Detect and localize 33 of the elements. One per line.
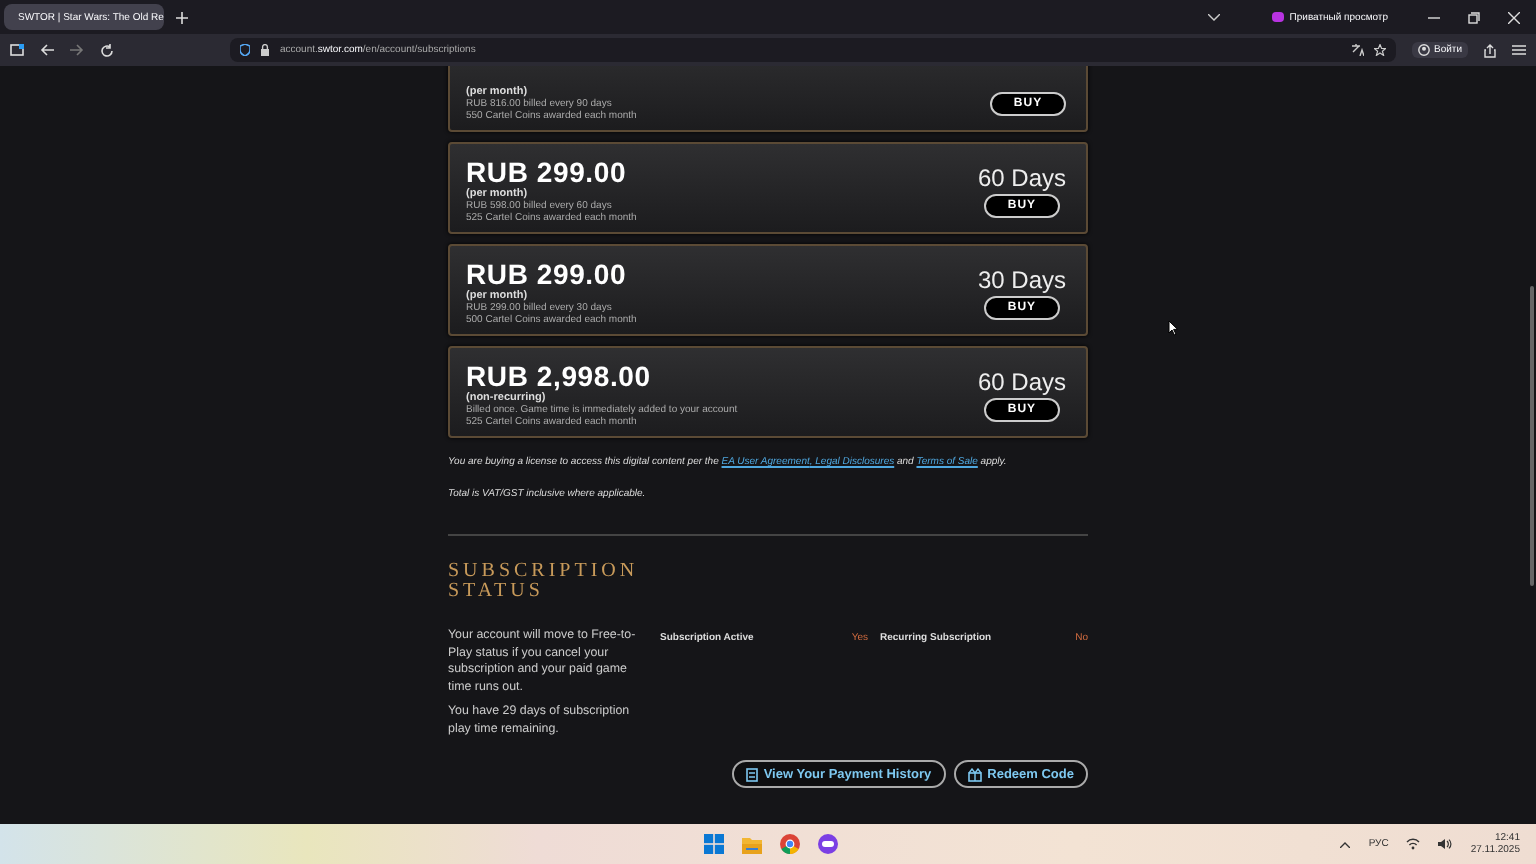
plan-price: RUB 2,998.00 — [466, 362, 653, 392]
gift-icon — [967, 767, 982, 781]
plan-duration: 30 Days — [977, 266, 1066, 294]
sidebar-icon[interactable] — [10, 44, 24, 56]
back-icon[interactable] — [40, 44, 54, 56]
folder-icon[interactable] — [742, 835, 762, 853]
tab-list-icon[interactable] — [1207, 13, 1220, 21]
plan-price: RUB 299.00 — [466, 260, 629, 290]
mouse-cursor-icon — [1168, 320, 1178, 336]
chevron-up-icon[interactable] — [1340, 841, 1351, 847]
minimize-icon[interactable] — [1428, 11, 1440, 23]
new-tab-icon[interactable] — [176, 11, 188, 23]
account-icon — [1418, 44, 1430, 56]
star-icon[interactable] — [1374, 44, 1386, 56]
plan-duration: 60 Days — [977, 368, 1066, 396]
windows-start-icon[interactable] — [704, 834, 724, 854]
translate-icon[interactable] — [1352, 44, 1364, 56]
speaker-icon[interactable] — [1438, 838, 1453, 850]
forward-icon[interactable] — [70, 44, 84, 56]
menu-icon[interactable] — [1512, 44, 1526, 56]
share-icon[interactable] — [1484, 43, 1496, 57]
reload-icon[interactable] — [100, 43, 114, 57]
chrome-icon[interactable] — [780, 834, 800, 854]
receipt-icon — [745, 767, 758, 781]
lock-icon[interactable] — [260, 44, 270, 56]
plan-duration: 60 Days — [977, 164, 1066, 192]
shield-icon[interactable] — [240, 44, 250, 56]
restore-icon[interactable] — [1468, 11, 1480, 23]
wifi-icon[interactable] — [1406, 838, 1421, 850]
mask-icon — [1271, 12, 1284, 22]
close-icon[interactable] — [1508, 11, 1520, 23]
plan-price: RUB 299.00 — [466, 158, 629, 188]
browser-app-icon[interactable] — [818, 834, 838, 854]
